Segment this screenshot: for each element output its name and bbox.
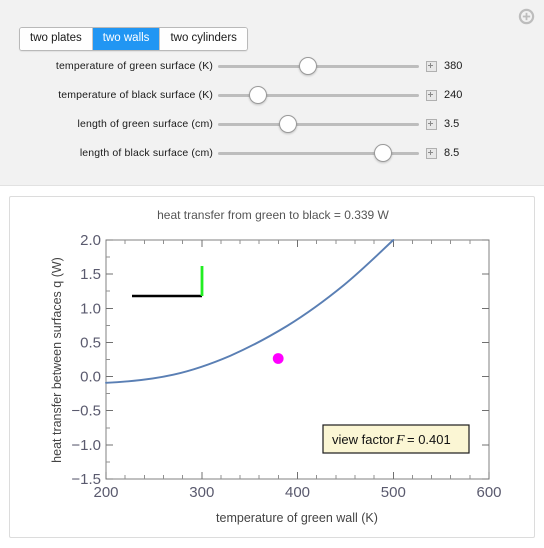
svg-text:−1.0: −1.0 — [71, 437, 101, 454]
slider-thumb[interactable] — [279, 115, 297, 133]
heat-transfer-chart: 2.0 1.5 1.0 0.5 0.0 −0.5 −1.0 −1.5 200 3… — [50, 232, 502, 525]
svg-text:200: 200 — [93, 484, 118, 501]
slider-label-temperature-green-surface: temperature of green surface (K) — [55, 60, 213, 72]
slider-length-black-surface[interactable] — [218, 142, 419, 164]
slider-thumb[interactable] — [249, 86, 267, 104]
view-factor-symbol: F — [395, 433, 405, 448]
svg-text:400: 400 — [285, 484, 310, 501]
slider-track[interactable] — [218, 65, 419, 68]
slider-track[interactable] — [218, 123, 419, 126]
slider-value-length-black-surface: 8.5 — [444, 147, 460, 159]
slider-length-green-surface[interactable] — [218, 113, 419, 135]
y-axis-label: heat transfer between surfaces q (W) — [50, 257, 64, 463]
slider-label-length-green-surface: length of green surface (cm) — [77, 118, 213, 130]
slider-thumb[interactable] — [299, 57, 317, 75]
slider-label-length-black-surface: length of black surface (cm) — [79, 147, 213, 159]
svg-text:600: 600 — [476, 484, 501, 501]
slider-value-temperature-green-surface: 380 — [444, 60, 463, 72]
current-operating-point-marker — [272, 353, 284, 364]
svg-text:1.5: 1.5 — [80, 266, 101, 283]
slider-label-temperature-black-surface: temperature of black surface (K) — [58, 89, 213, 101]
slider-row-length-black-surface: length of black surface (cm) 8.5 — [0, 142, 544, 164]
slider-value-length-green-surface: 3.5 — [444, 118, 460, 130]
view-factor-label: view factor — [332, 432, 395, 447]
svg-text:0.0: 0.0 — [80, 369, 101, 386]
svg-text:500: 500 — [381, 484, 406, 501]
slider-row-temperature-green-surface: temperature of green surface (K) 380 — [0, 55, 544, 77]
slider-row-length-green-surface: length of green surface (cm) 3.5 — [0, 113, 544, 135]
view-factor-box: view factor F = 0.401 — [322, 424, 470, 454]
plot-panel: heat transfer from green to black = 0.33… — [9, 196, 535, 538]
tab-two-cylinders[interactable]: two cylinders — [160, 28, 247, 50]
tab-two-walls[interactable]: two walls — [92, 28, 161, 50]
svg-text:0.5: 0.5 — [80, 334, 101, 351]
svg-text:−0.5: −0.5 — [71, 403, 101, 420]
x-axis-label: temperature of green wall (K) — [216, 511, 378, 525]
slider-value-temperature-black-surface: 240 — [444, 89, 463, 101]
slider-expand-icon-temperature-green-surface[interactable] — [426, 60, 437, 72]
slider-expand-icon-length-black-surface[interactable] — [426, 147, 437, 159]
svg-text:2.0: 2.0 — [80, 232, 101, 249]
slider-expand-icon-temperature-black-surface[interactable] — [426, 89, 437, 101]
y-tick-labels: 2.0 1.5 1.0 0.5 0.0 −0.5 −1.0 −1.5 — [71, 232, 101, 488]
slider-thumb[interactable] — [374, 144, 392, 162]
tabbar: two plates two walls two cylinders — [19, 27, 248, 51]
tab-two-plates[interactable]: two plates — [20, 28, 93, 50]
demonstration-window: two plates two walls two cylinders tempe… — [0, 0, 544, 548]
x-tick-labels: 200 300 400 500 600 — [93, 484, 501, 501]
slider-row-temperature-black-surface: temperature of black surface (K) 240 — [0, 84, 544, 106]
gear-icon[interactable] — [518, 8, 535, 25]
slider-temperature-green-surface[interactable] — [218, 55, 419, 77]
view-factor-value: = 0.401 — [407, 432, 451, 447]
svg-text:1.0: 1.0 — [80, 300, 101, 317]
slider-expand-icon-length-green-surface[interactable] — [426, 118, 437, 130]
control-panel: two plates two walls two cylinders tempe… — [0, 0, 544, 186]
slider-temperature-black-surface[interactable] — [218, 84, 419, 106]
svg-text:300: 300 — [189, 484, 214, 501]
